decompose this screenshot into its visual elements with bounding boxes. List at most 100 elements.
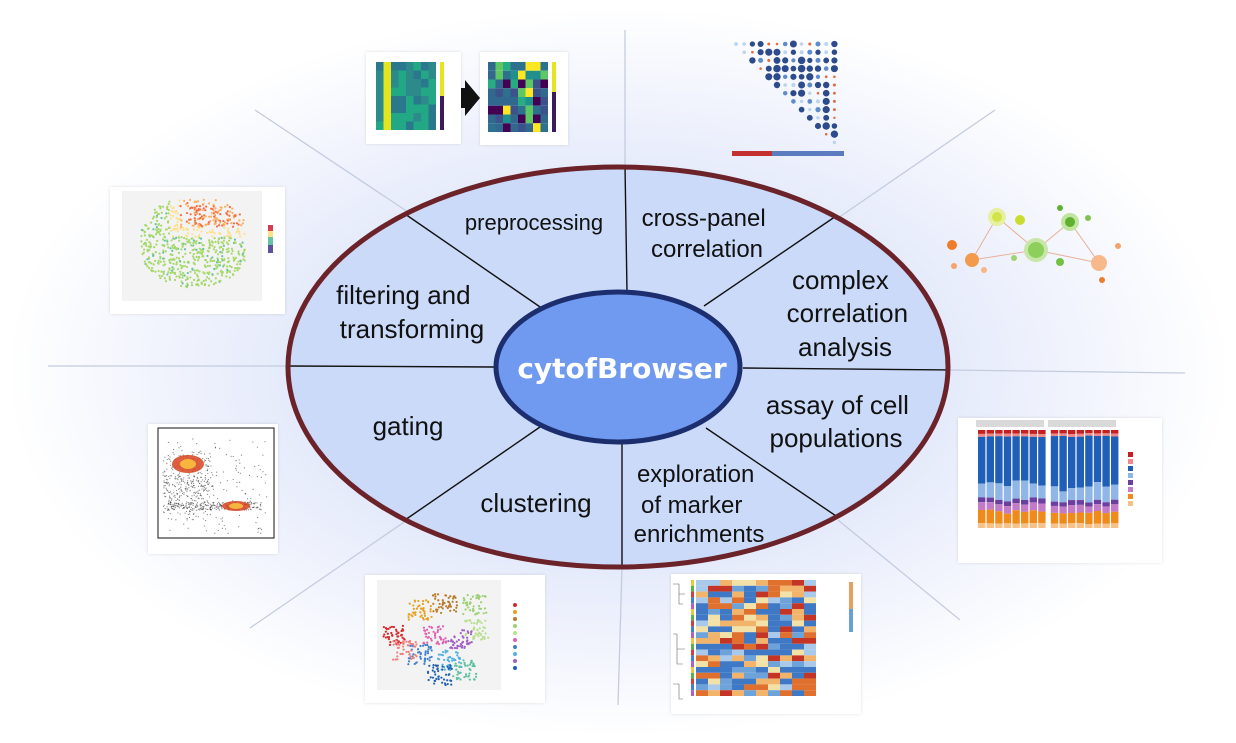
event-point: [203, 488, 205, 490]
heatmap-cell: [488, 105, 496, 115]
tsne-point: [158, 205, 161, 208]
event-point: [177, 478, 179, 481]
tsne-point: [416, 648, 420, 651]
event-point: [167, 455, 169, 457]
tsne-point: [405, 650, 408, 653]
tsne-point: [219, 261, 222, 264]
correlation-dot: [799, 50, 804, 55]
tsne-point: [449, 595, 452, 598]
event-point: [201, 473, 203, 475]
heatmap-cell: [708, 580, 720, 586]
event-point: [169, 491, 171, 494]
event-point: [223, 489, 225, 491]
event-point: [163, 504, 165, 506]
event-point: [204, 477, 206, 479]
tsne-point: [200, 230, 203, 233]
heatmap-cell: [792, 620, 804, 627]
tsne-point: [422, 606, 425, 610]
event-point: [188, 473, 191, 475]
event-point: [204, 520, 207, 522]
tsne-point: [214, 277, 217, 280]
stack-segment: [1059, 491, 1067, 503]
tsne-point: [434, 597, 437, 600]
tsne-point: [442, 638, 445, 641]
tsne-point: [384, 630, 387, 633]
tsne-point: [424, 643, 427, 647]
tsne-point: [421, 599, 425, 603]
heatmap-cell: [488, 70, 496, 80]
tsne-point: [454, 610, 458, 613]
heatmap-cell: [510, 70, 518, 80]
tsne-point: [149, 245, 152, 248]
tsne-point: [456, 651, 459, 654]
stack-segment: [1050, 501, 1059, 506]
tsne-point: [176, 230, 179, 233]
tsne-point: [216, 257, 219, 260]
event-point: [210, 509, 212, 511]
heatmap-cell: [732, 638, 744, 644]
tsne-point: [220, 274, 224, 277]
tsne-point: [155, 225, 158, 229]
tsne-point: [409, 655, 412, 658]
stack-segment: [1076, 504, 1084, 513]
stack-segment: [1093, 510, 1102, 524]
correlation-dot: [783, 50, 788, 55]
heatmap-cell: [780, 620, 792, 627]
tsne-point: [455, 668, 458, 671]
event-point: [220, 504, 223, 506]
event-point: [172, 505, 174, 508]
heatmap-cell: [768, 585, 780, 592]
tsne-point: [225, 241, 228, 244]
heatmap-cell: [792, 678, 804, 685]
tsne-point: [433, 670, 436, 673]
row-color-tag: [691, 638, 694, 644]
tsne-point: [419, 611, 422, 614]
tsne-point: [243, 255, 246, 258]
event-point: [193, 508, 195, 510]
tsne-point: [204, 258, 207, 262]
legend-swatch: [513, 624, 517, 628]
heatmap-cell: [383, 87, 391, 96]
tsne-point: [415, 607, 418, 610]
tsne-point: [221, 255, 224, 258]
heatmap-cell: [708, 603, 720, 609]
tsne-point: [194, 271, 197, 275]
event-point: [179, 503, 181, 505]
tsne-point: [412, 656, 415, 659]
tsne-point: [154, 233, 158, 236]
correlation-dot: [807, 57, 813, 64]
event-point: [173, 505, 176, 507]
event-point: [181, 490, 183, 492]
tsne-point: [218, 246, 221, 249]
event-point: [181, 492, 184, 494]
event-point: [199, 494, 202, 496]
tsne-point: [185, 237, 188, 240]
tsne-point: [148, 261, 151, 264]
tsne-point: [431, 676, 435, 679]
event-point: [175, 519, 177, 521]
heatmap-cell: [398, 87, 406, 96]
tsne-point: [173, 271, 177, 274]
heatmap-cell: [696, 655, 708, 662]
tsne-point: [423, 612, 426, 615]
tsne-point: [477, 594, 480, 597]
heatmap-cell: [525, 70, 533, 80]
correlation-dot: [765, 73, 773, 81]
tsne-point: [187, 232, 190, 235]
event-point: [238, 514, 241, 517]
stack-segment: [1093, 504, 1102, 511]
event-point: [184, 482, 186, 484]
tsne-point: [469, 619, 472, 622]
tsne-point: [402, 648, 405, 651]
heatmap-cell: [744, 655, 756, 662]
event-point: [199, 509, 201, 511]
tsne-point: [157, 223, 160, 227]
heatmap-cell: [518, 105, 526, 115]
heatmap-cell: [376, 70, 384, 79]
event-point: [201, 508, 203, 510]
tsne-point: [231, 225, 235, 228]
event-point: [229, 439, 231, 441]
event-point: [196, 502, 198, 504]
heatmap-cell: [768, 632, 780, 638]
heatmap-cell: [792, 672, 804, 679]
